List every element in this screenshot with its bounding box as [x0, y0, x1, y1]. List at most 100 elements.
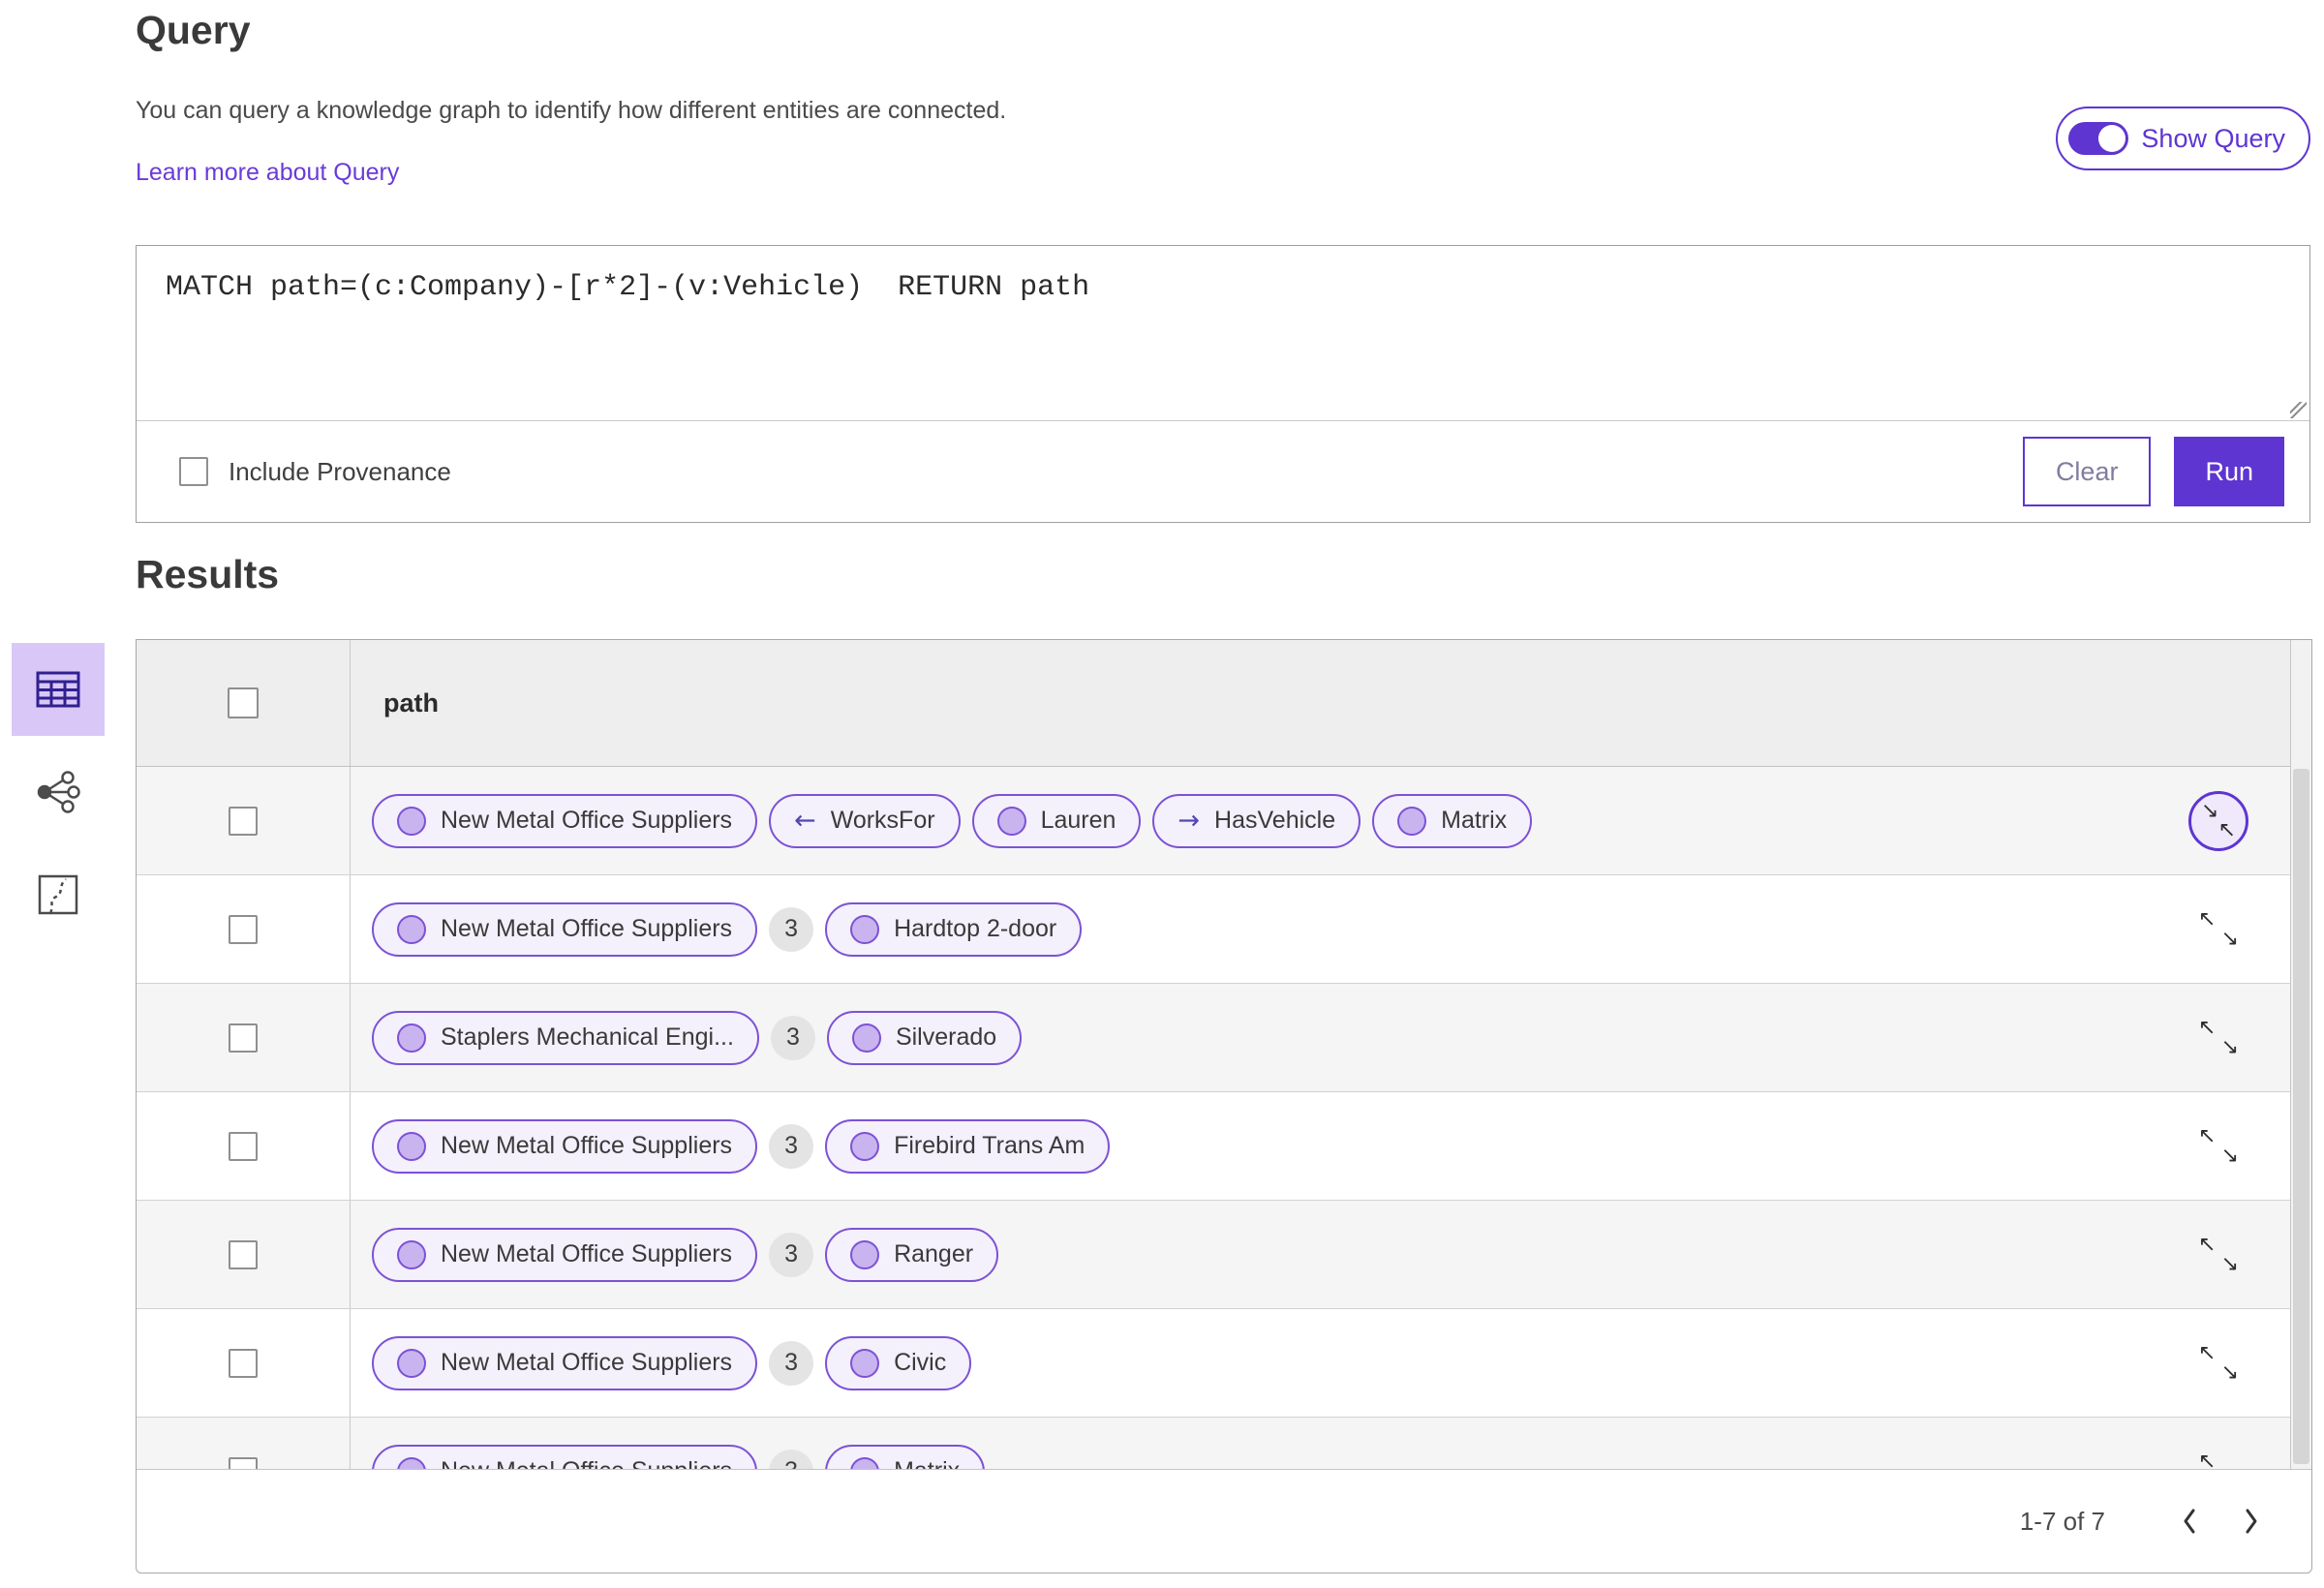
results-table-body: New Metal Office Suppliers ← WorksFor Laure…: [137, 767, 2311, 1470]
table-row: New Metal Office Suppliers ← WorksFor Laure…: [137, 767, 2311, 875]
collapse-icon: ↖: [2217, 817, 2236, 842]
resize-gripper-icon[interactable]: [2290, 402, 2307, 418]
expand-row-button[interactable]: ↖↘: [2196, 1124, 2241, 1169]
entity-pill[interactable]: New Metal Office Suppliers: [372, 1335, 758, 1390]
toggle-knob: [2098, 125, 2126, 152]
row-expand-cell: ↖↘: [2146, 875, 2291, 983]
expand-icon: ↖: [2198, 1449, 2217, 1470]
entity-pill[interactable]: Silverado: [826, 1010, 1023, 1065]
show-query-toggle[interactable]: Show Query: [2056, 107, 2310, 170]
entity-pill[interactable]: New Metal Office Suppliers: [372, 1444, 758, 1470]
include-provenance-option[interactable]: Include Provenance: [179, 457, 451, 487]
expand-row-button[interactable]: ↖↘: [2196, 1341, 2241, 1386]
include-provenance-label: Include Provenance: [229, 456, 451, 486]
entity-pill[interactable]: New Metal Office Suppliers: [372, 1227, 758, 1282]
expand-row-button[interactable]: ↖↘: [2196, 1449, 2241, 1470]
entity-node-icon: [850, 1456, 880, 1470]
entity-pill[interactable]: Firebird Trans Am: [825, 1118, 1111, 1174]
entity-node-icon: [397, 1348, 426, 1378]
entity-pill[interactable]: Matrix: [825, 1444, 986, 1470]
row-checkbox[interactable]: [229, 1131, 258, 1161]
row-checkbox-cell: [137, 1201, 351, 1308]
row-expand-cell: ↖↘: [2146, 984, 2291, 1091]
entity-label: New Metal Office Suppliers: [441, 1132, 733, 1159]
path-cell: New Metal Office Suppliers ← WorksFor Laure…: [351, 767, 2146, 874]
table-view-button[interactable]: [12, 643, 105, 736]
row-checkbox-cell: [137, 767, 351, 874]
row-checkbox[interactable]: [229, 1456, 258, 1470]
table-row: New Metal Office Suppliers 3 Hardtop 2-doo…: [137, 875, 2311, 984]
row-checkbox[interactable]: [229, 1023, 258, 1053]
run-button[interactable]: Run: [2174, 437, 2284, 506]
entity-node-icon: [397, 1023, 426, 1053]
entity-label: New Metal Office Suppliers: [441, 915, 733, 942]
table-row: Staplers Mechanical Engi... 3 Silverado ↖ ↘: [137, 984, 2311, 1092]
row-checkbox[interactable]: [229, 914, 258, 944]
collapse-row-button[interactable]: ↘ ↖: [2188, 790, 2248, 851]
row-checkbox[interactable]: [229, 806, 258, 836]
entity-node-icon: [850, 1131, 880, 1161]
select-all-checkbox[interactable]: [228, 687, 259, 718]
entity-pill[interactable]: Hardtop 2-door: [825, 901, 1083, 957]
entity-label: New Metal Office Suppliers: [441, 1240, 733, 1267]
relationship-label: WorksFor: [830, 807, 935, 834]
chevron-left-icon: [2184, 1509, 2195, 1534]
row-checkbox-cell: [137, 984, 351, 1091]
prev-page-button[interactable]: [2158, 1508, 2220, 1535]
expand-row-button[interactable]: ↖↘: [2196, 1233, 2241, 1277]
relationship-label: HasVehicle: [1214, 807, 1336, 834]
path-column-header: path: [383, 687, 439, 718]
arrow-right-icon: →: [1177, 806, 1201, 836]
path-length-badge: 3: [770, 1015, 815, 1060]
results-table: path New Metal Office Suppliers ← WorksFor…: [136, 639, 2312, 1573]
entity-pill[interactable]: Staplers Mechanical Engi...: [372, 1010, 759, 1065]
map-view-button[interactable]: [12, 848, 105, 941]
path-length-badge: 3: [769, 1340, 814, 1386]
path-length-badge: 3: [769, 906, 814, 952]
row-expand-cell: ↖↘: [2146, 1092, 2291, 1200]
row-expand-cell: ↖↘: [2146, 1309, 2291, 1417]
entity-label: Silverado: [895, 1023, 997, 1051]
learn-more-link[interactable]: Learn more about Query: [136, 159, 399, 187]
entity-pill[interactable]: Civic: [825, 1335, 972, 1390]
entity-pill[interactable]: Matrix: [1372, 793, 1533, 848]
page-title: Query: [136, 8, 251, 52]
entity-label: Hardtop 2-door: [894, 915, 1057, 942]
expand-icon: ↘: [2220, 926, 2239, 951]
entity-label: New Metal Office Suppliers: [441, 807, 733, 834]
relationship-pill[interactable]: ← WorksFor: [769, 793, 961, 848]
entity-pill[interactable]: Lauren: [971, 793, 1142, 848]
next-page-button[interactable]: [2220, 1508, 2282, 1535]
scrollbar-thumb[interactable]: [2293, 769, 2309, 1464]
include-provenance-checkbox[interactable]: [179, 457, 208, 486]
clear-button[interactable]: Clear: [2022, 437, 2152, 506]
entity-pill[interactable]: New Metal Office Suppliers: [372, 1118, 758, 1174]
toggle-switch-icon[interactable]: [2068, 122, 2129, 155]
row-checkbox[interactable]: [229, 1348, 258, 1378]
entity-node-icon: [850, 1239, 880, 1269]
table-row: New Metal Office Suppliers 3 Firebird Tran…: [137, 1092, 2311, 1201]
entity-pill[interactable]: New Metal Office Suppliers: [372, 901, 758, 957]
entity-node-icon: [850, 1348, 880, 1378]
entity-pill[interactable]: New Metal Office Suppliers: [372, 793, 758, 848]
row-checkbox-cell: [137, 1309, 351, 1417]
entity-pill[interactable]: Ranger: [825, 1227, 999, 1282]
query-input[interactable]: MATCH path=(c:Company)-[r*2]-(v:Vehicle)…: [137, 246, 2309, 421]
path-cell: New Metal Office Suppliers 3 Ranger: [351, 1201, 2146, 1308]
path-cell: New Metal Office Suppliers 3 Hardtop 2-doo…: [351, 875, 2146, 983]
relationship-pill[interactable]: → HasVehicle: [1152, 793, 1361, 848]
path-cell: New Metal Office Suppliers 3 Firebird Tran…: [351, 1092, 2146, 1200]
row-checkbox-cell: [137, 1418, 351, 1470]
row-expand-cell: ↖↘: [2146, 1201, 2291, 1308]
pagination-range: 1-7 of 7: [2019, 1506, 2105, 1536]
expand-row-button[interactable]: ↖↘: [2196, 1016, 2241, 1060]
map-icon: [38, 874, 78, 915]
entity-node-icon: [851, 1023, 881, 1053]
expand-icon: ↖: [2198, 1232, 2217, 1257]
link-chart-view-button[interactable]: [12, 746, 105, 839]
entity-node-icon: [996, 806, 1026, 836]
table-scrollbar[interactable]: [2290, 640, 2311, 1470]
expand-row-button[interactable]: ↖↘: [2196, 907, 2241, 952]
row-checkbox[interactable]: [229, 1239, 258, 1269]
entity-label: New Metal Office Suppliers: [441, 1349, 733, 1376]
